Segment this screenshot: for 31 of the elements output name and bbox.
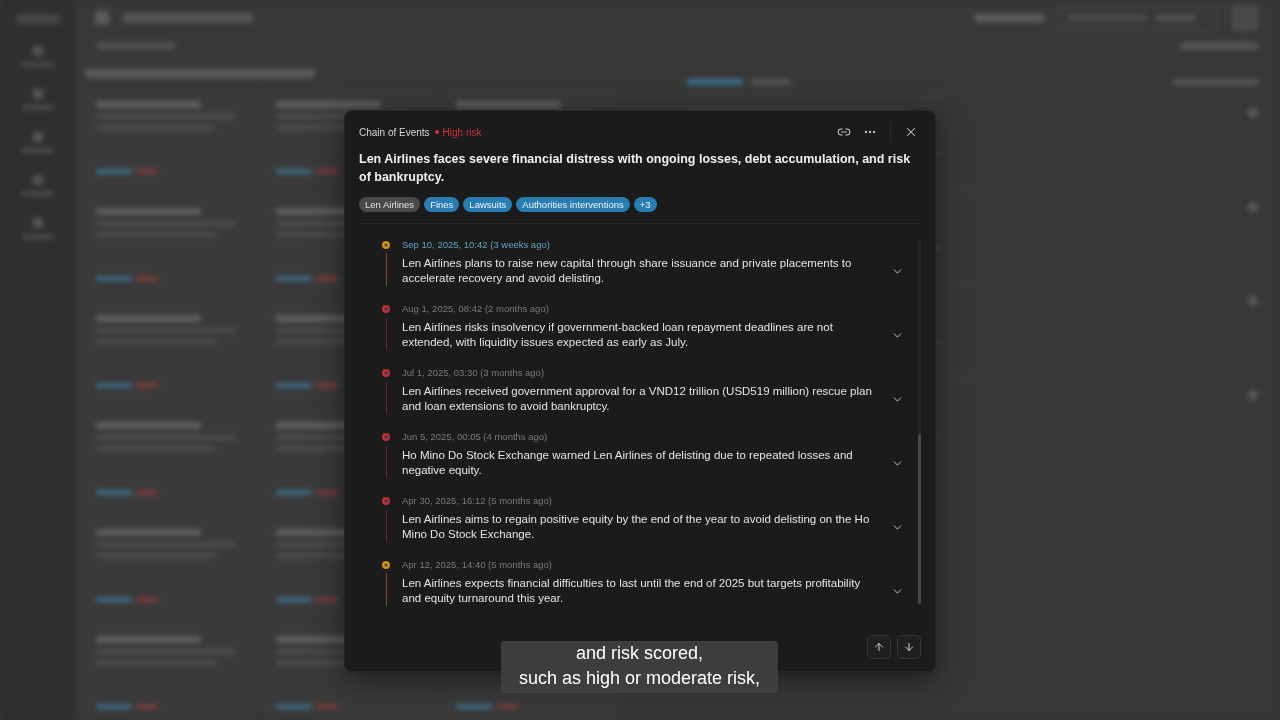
event-date[interactable]: Sep 10, 2025, 10:42 (3 weeks ago)	[402, 238, 550, 252]
dialog-title: Len Airlines faces severe financial distress with ongoing losses, debt accumulation, and risk of bankruptcy.	[359, 151, 912, 186]
caption-line: such as high or moderate risk,	[518, 667, 761, 690]
link-icon	[837, 125, 851, 139]
close-icon	[904, 125, 918, 139]
event-date[interactable]: Aug 1, 2025, 08:42 (2 months ago)	[402, 302, 549, 316]
event-date[interactable]: Jul 1, 2025, 03:30 (3 months ago)	[402, 366, 545, 380]
topic-tag[interactable]: Lawsuits	[463, 197, 513, 212]
previous-button[interactable]	[867, 635, 891, 659]
event-date[interactable]: Apr 12, 2025, 14:40 (5 months ago)	[402, 558, 552, 572]
topic-tag[interactable]: Fines	[424, 197, 460, 212]
event-description: Len Airlines expects financial difficulties to last until the end of 2025 but targets profitability and equity turnaround this year.	[402, 576, 862, 606]
topic-tag[interactable]: Authorities interventions	[516, 197, 630, 212]
event-description: Ho Mino Do Stock Exchange warned Len Airlines of delisting due to repeated losses and negative equity.	[402, 448, 854, 478]
dialog-label: Chain of Events	[359, 126, 430, 138]
event-description: Len Airlines plans to raise new capital through share issuance and private placements to accelerate recovery and avoid delisting.	[402, 256, 853, 286]
caption-line: and risk scored,	[575, 642, 704, 665]
event-description: Len Airlines risks insolvency if government-backed loan repayment deadlines are not extended, with liquidity issues expected as early as July.	[402, 320, 834, 350]
event-date[interactable]: Jun 5, 2025, 00:05 (4 months ago)	[402, 430, 548, 444]
event-date[interactable]: Apr 30, 2025, 16:12 (5 months ago)	[402, 494, 552, 508]
risk-label: High risk	[442, 126, 482, 138]
next-button[interactable]	[897, 635, 921, 659]
scrollbar-track[interactable]	[918, 240, 921, 604]
scrollbar-thumb[interactable]	[918, 434, 921, 604]
arrow-up-icon	[873, 641, 885, 653]
entity-tag[interactable]: Len Airlines	[359, 197, 421, 212]
event-description: Len Airlines aims to regain positive equity by the end of the year to avoid delisting on the Ho Mino Do Stock Exchange.	[402, 512, 871, 542]
arrow-down-icon	[903, 641, 915, 653]
event-description: Len Airlines received government approval for a VND12 trillion (USD519 million) rescue plan and loan extensions to avoid bankruptcy.	[402, 384, 873, 414]
risk-dot-icon	[434, 130, 439, 134]
more-tags-count[interactable]: +3	[633, 197, 657, 212]
